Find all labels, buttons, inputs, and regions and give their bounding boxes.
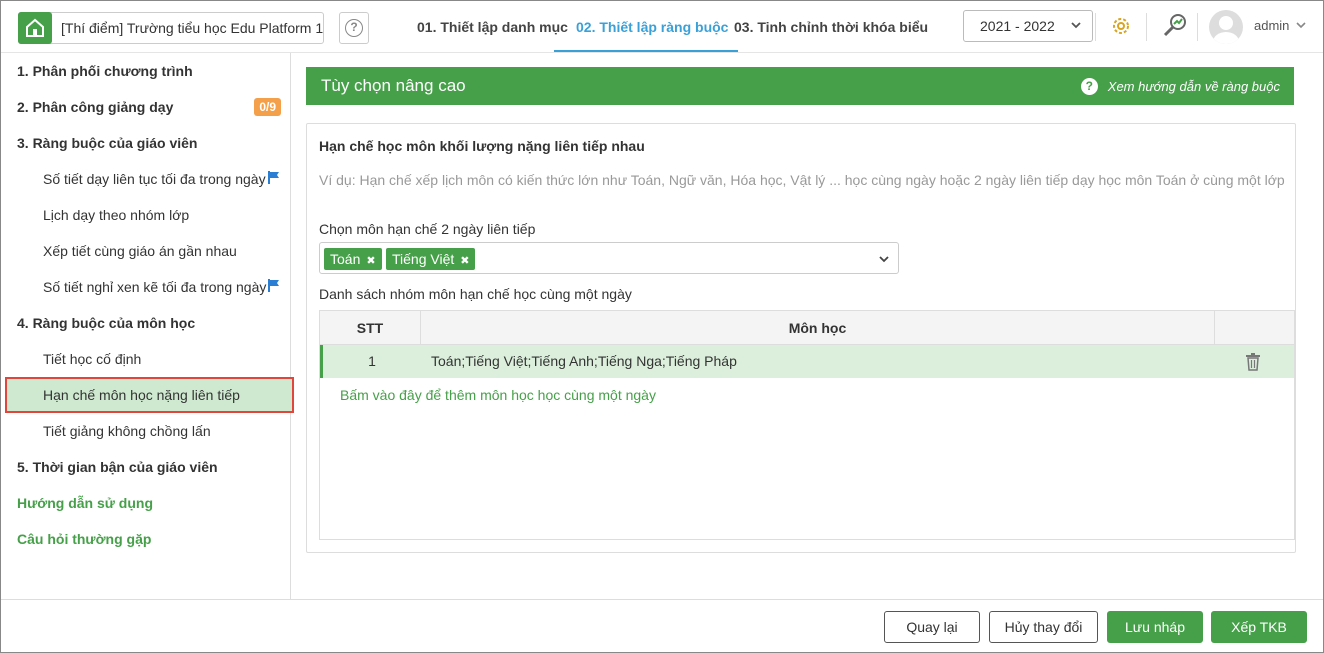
sidebar-item-label: Số tiết dạy liên tục tối đa trong ngày (43, 171, 266, 187)
top-header: [Thí điểm] Trường tiểu học Edu Platform … (1, 1, 1323, 53)
subject-tag[interactable]: Toán ✖ (324, 248, 382, 270)
panel-header: Tùy chọn nâng cao ? Xem hướng dẫn về ràn… (306, 67, 1294, 105)
column-header-stt: STT (320, 311, 421, 345)
sidebar-item-label: Hạn chế môn học nặng liên tiếp (43, 387, 240, 403)
build-timetable-button[interactable]: Xếp TKB (1211, 611, 1307, 643)
sidebar-item-label: Số tiết nghỉ xen kẽ tối đa trong ngày (43, 279, 267, 295)
sidebar-item-label: Câu hỏi thường gặp (17, 531, 152, 547)
active-step-indicator (554, 50, 738, 52)
chevron-down-icon (1070, 11, 1082, 51)
help-icon: ? (1080, 78, 1098, 95)
avatar[interactable] (1209, 10, 1243, 44)
subject-tag[interactable]: Tiếng Việt ✖ (386, 248, 476, 270)
sidebar-item[interactable]: 2. Phân công giảng dạy 0/9 (1, 89, 291, 125)
cancel-changes-button[interactable]: Hủy thay đổi (989, 611, 1098, 643)
chevron-down-icon[interactable] (1295, 17, 1307, 36)
table-row[interactable]: 1 Toán;Tiếng Việt;Tiếng Anh;Tiếng Nga;Ti… (320, 345, 1294, 378)
constraint-card: Hạn chế học môn khối lượng nặng liên tiế… (306, 123, 1296, 553)
school-selector[interactable]: [Thí điểm] Trường tiểu học Edu Platform … (18, 12, 324, 44)
sidebar-item[interactable]: 3. Ràng buộc của giáo viên (1, 125, 291, 161)
sidebar-item-label: 4. Ràng buộc của môn học (17, 315, 196, 331)
sidebar-item[interactable]: Số tiết nghỉ xen kẽ tối đa trong ngày (1, 269, 291, 305)
sidebar-item[interactable]: Hướng dẫn sử dụng (1, 485, 291, 521)
row-stt: 1 (368, 353, 376, 369)
sidebar-item[interactable]: Xếp tiết cùng giáo án gần nhau (1, 233, 291, 269)
chevron-down-icon[interactable] (878, 252, 890, 268)
gear-icon[interactable] (1109, 14, 1133, 41)
column-header-actions (1215, 311, 1294, 345)
close-icon[interactable]: ✖ (366, 255, 375, 267)
help-icon: ? (345, 19, 363, 37)
subject-multi-select[interactable]: Toán ✖ Tiếng Việt ✖ (319, 242, 899, 274)
school-year-select[interactable]: 2021 - 2022 (963, 10, 1093, 42)
step-tab-3[interactable]: 03. Tinh chỉnh thời khóa biểu (734, 19, 928, 35)
flag-icon (268, 269, 280, 305)
step-tab-1[interactable]: 01. Thiết lập danh mục (417, 19, 568, 35)
panel-title: Tùy chọn nâng cao (321, 76, 466, 95)
back-button[interactable]: Quay lại (884, 611, 980, 643)
card-title: Hạn chế học môn khối lượng nặng liên tiế… (319, 138, 645, 154)
list-label: Danh sách nhóm môn hạn chế học cùng một … (319, 286, 632, 302)
guide-link-label: Xem hướng dẫn về ràng buộc (1107, 79, 1280, 94)
step-tab-2[interactable]: 02. Thiết lập ràng buộc (576, 19, 728, 35)
sidebar-item-label: 3. Ràng buộc của giáo viên (17, 135, 198, 151)
sidebar-item[interactable]: 5. Thời gian bận của giáo viên (1, 449, 291, 485)
sidebar-item-label: 5. Thời gian bận của giáo viên (17, 459, 218, 475)
sidebar-item-label: 1. Phân phối chương trình (17, 63, 193, 79)
sidebar-item-label: Tiết học cố định (43, 351, 142, 367)
sidebar-item[interactable]: 4. Ràng buộc của môn học (1, 305, 291, 341)
sidebar-item[interactable]: Lịch dạy theo nhóm lớp (1, 197, 291, 233)
sidebar-item-label: Xếp tiết cùng giáo án gần nhau (43, 243, 237, 259)
divider (1197, 13, 1198, 41)
main-content: Tùy chọn nâng cao ? Xem hướng dẫn về ràn… (292, 53, 1323, 599)
status-badge: 0/9 (254, 98, 281, 116)
help-button[interactable]: ? (339, 12, 369, 44)
flag-icon (267, 161, 280, 197)
guide-link[interactable]: ? Xem hướng dẫn về ràng buộc (1080, 78, 1280, 95)
divider (1095, 13, 1096, 41)
sidebar-item-label: 2. Phân công giảng dạy (17, 99, 174, 115)
select-label: Chọn môn hạn chế 2 ngày liên tiếp (319, 221, 536, 237)
save-draft-button[interactable]: Lưu nháp (1107, 611, 1203, 643)
add-subject-group-link[interactable]: Bấm vào đây để thêm môn học học cùng một… (340, 387, 656, 403)
sidebar-item[interactable]: 1. Phân phối chương trình (1, 53, 291, 89)
example-text: Ví dụ: Hạn chế xếp lịch môn có kiến thức… (319, 172, 1285, 188)
sidebar-item[interactable]: Tiết giảng không chồng lấn (1, 413, 291, 449)
sidebar-item[interactable]: Số tiết dạy liên tục tối đa trong ngày (1, 161, 291, 197)
trash-icon[interactable] (1245, 353, 1261, 371)
divider (1146, 13, 1147, 41)
user-name[interactable]: admin (1254, 18, 1289, 33)
subject-group-table: STT Môn học 1 Toán;Tiếng Việt;Tiếng Anh;… (319, 310, 1295, 540)
sidebar: 1. Phân phối chương trình 2. Phân công gi… (1, 53, 294, 599)
sidebar-item[interactable]: Tiết học cố định (1, 341, 291, 377)
sidebar-item-label: Hướng dẫn sử dụng (17, 495, 153, 511)
sidebar-item[interactable]: Hạn chế môn học nặng liên tiếp (5, 377, 294, 413)
column-header-subjects: Môn học (421, 311, 1215, 345)
chart-search-icon[interactable] (1161, 12, 1189, 43)
sidebar-item-label: Lịch dạy theo nhóm lớp (43, 207, 190, 223)
school-year-value: 2021 - 2022 (980, 18, 1055, 34)
footer-bar: Quay lại Hủy thay đổi Lưu nháp Xếp TKB (1, 599, 1323, 652)
close-icon[interactable]: ✖ (460, 255, 469, 267)
sidebar-item[interactable]: Câu hỏi thường gặp (1, 521, 291, 557)
sidebar-item-label: Tiết giảng không chồng lấn (43, 423, 211, 439)
row-subjects: Toán;Tiếng Việt;Tiếng Anh;Tiếng Nga;Tiến… (431, 353, 737, 369)
home-icon[interactable] (18, 12, 52, 44)
